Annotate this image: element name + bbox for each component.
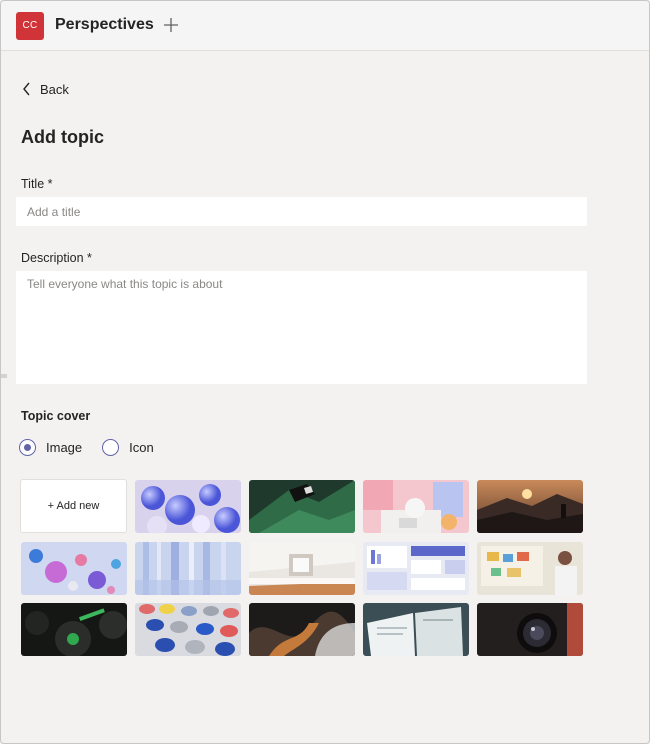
app-title[interactable]: Perspectives xyxy=(55,16,154,34)
description-label: Description * xyxy=(21,251,92,265)
title-input[interactable] xyxy=(16,197,587,226)
cover-thumbnail-pastel-blocks[interactable] xyxy=(363,480,469,533)
page-title: Add topic xyxy=(21,127,104,147)
cover-thumbnail-fabric-swirl[interactable] xyxy=(249,603,355,656)
cover-thumbnail-open-book[interactable] xyxy=(363,603,469,656)
back-button[interactable]: Back xyxy=(21,80,69,98)
radio-image[interactable]: Image xyxy=(19,439,82,456)
description-input[interactable] xyxy=(16,271,587,384)
app-avatar[interactable]: CC xyxy=(16,12,44,40)
app-header: CC Perspectives xyxy=(1,1,649,51)
chevron-left-icon xyxy=(23,82,30,96)
cover-type-radio-group: Image Icon xyxy=(19,439,174,456)
cover-thumbnail-blue-spheres[interactable] xyxy=(135,480,241,533)
radio-icon[interactable]: Icon xyxy=(102,439,154,456)
back-label: Back xyxy=(40,81,69,97)
radio-icon-label: Icon xyxy=(129,440,154,455)
add-tab-icon[interactable] xyxy=(161,15,181,35)
cover-thumbnail-person-at-board[interactable] xyxy=(477,542,583,595)
cover-thumbnail-colored-discs[interactable] xyxy=(135,603,241,656)
cover-thumbnail-green-gears[interactable] xyxy=(21,603,127,656)
cover-thumbnail-white-interior[interactable] xyxy=(249,542,355,595)
app-window: CC Perspectives Back Add topic Title * D… xyxy=(0,0,650,744)
add-new-cover-button[interactable]: + Add new xyxy=(20,479,127,533)
cover-thumbnail-glass-rods[interactable] xyxy=(135,542,241,595)
cover-thumbnail-green-ribbon[interactable] xyxy=(249,480,355,533)
topic-cover-label: Topic cover xyxy=(21,409,91,423)
radio-unchecked-icon[interactable] xyxy=(102,439,120,456)
cover-thumbnail-floating-balls[interactable] xyxy=(21,542,127,595)
radio-image-label: Image xyxy=(46,440,83,455)
resize-grip-icon[interactable] xyxy=(1,373,7,379)
cover-thumbnail-camera-lens[interactable] xyxy=(477,603,583,656)
cover-thumbnail-dashboard-collage[interactable] xyxy=(363,542,469,595)
cover-thumbnail-mountain-sunset[interactable] xyxy=(477,480,583,533)
title-label: Title * xyxy=(21,177,53,191)
radio-checked-icon[interactable] xyxy=(19,439,36,456)
